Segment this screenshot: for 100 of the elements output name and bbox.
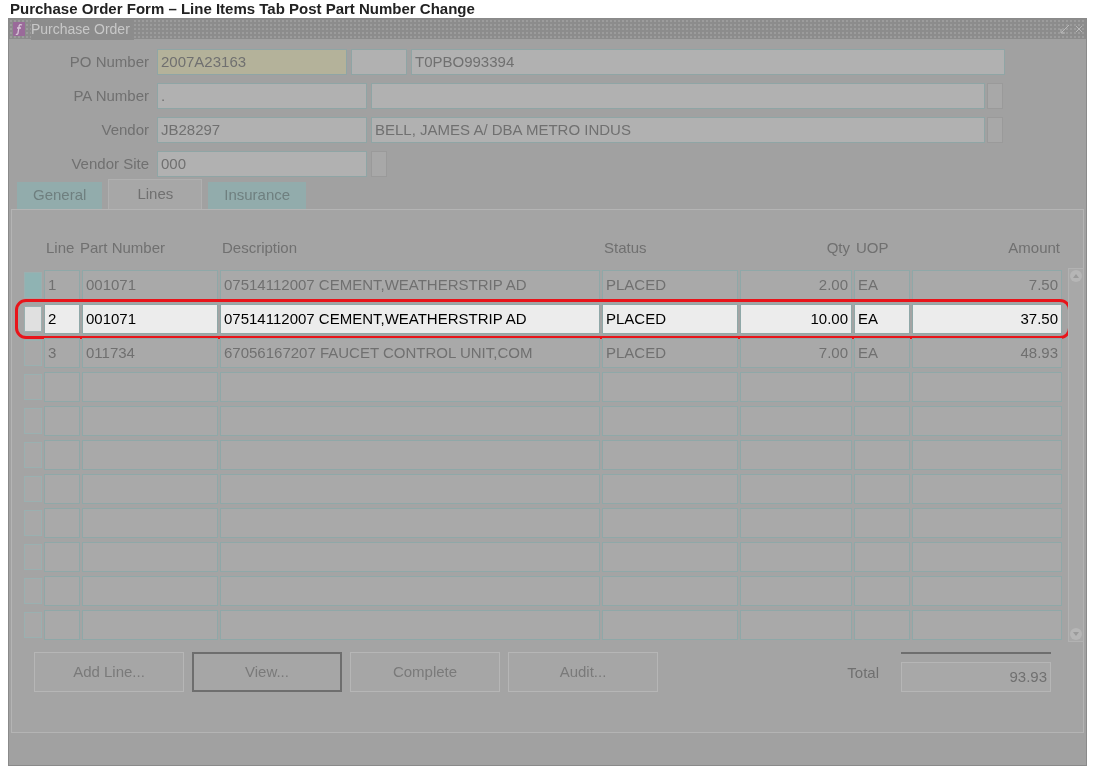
input-field[interactable]: [371, 83, 985, 109]
input-field[interactable]: [351, 49, 407, 75]
page-caption: Purchase Order Form – Line Items Tab Post Part Number Change: [9, 0, 476, 18]
table-cell[interactable]: [82, 372, 218, 402]
table-cell[interactable]: [82, 542, 218, 572]
table-cell[interactable]: [220, 406, 600, 436]
resize-icon: [1060, 24, 1070, 34]
reference-field[interactable]: T0PBO993394: [411, 49, 1005, 75]
table-cell[interactable]: 2: [44, 304, 80, 334]
table-cell[interactable]: [602, 610, 738, 640]
table-cell[interactable]: [854, 610, 910, 640]
table-cell[interactable]: [82, 576, 218, 606]
table-cell[interactable]: [740, 406, 852, 436]
table-cell[interactable]: [602, 440, 738, 470]
table-cell[interactable]: [602, 406, 738, 436]
table-cell[interactable]: [602, 474, 738, 504]
row-indicator[interactable]: [24, 306, 42, 332]
table-cell[interactable]: [44, 508, 80, 538]
po-number-field[interactable]: 2007A23163: [157, 49, 347, 75]
vendor-site-field[interactable]: 000: [157, 151, 367, 177]
row-indicator[interactable]: [24, 272, 42, 298]
table-cell[interactable]: [740, 372, 852, 402]
table-cell[interactable]: [220, 474, 600, 504]
table-cell[interactable]: [912, 372, 1062, 402]
scroll-up-icon[interactable]: [1069, 269, 1083, 283]
table-cell[interactable]: [220, 508, 600, 538]
scroll-down-icon[interactable]: [1069, 627, 1083, 641]
table-cell[interactable]: PLACED: [602, 304, 738, 334]
table-cell[interactable]: EA: [854, 270, 910, 300]
table-cell[interactable]: [220, 576, 600, 606]
table-cell[interactable]: [912, 508, 1062, 538]
table-cell[interactable]: [854, 372, 910, 402]
table-cell[interactable]: 67056167207 FAUCET CONTROL UNIT,COM: [220, 338, 600, 368]
table-cell[interactable]: [602, 508, 738, 538]
vendor-name-field[interactable]: BELL, JAMES A/ DBA METRO INDUS: [371, 117, 985, 143]
table-cell[interactable]: [602, 576, 738, 606]
table-cell[interactable]: [740, 474, 852, 504]
table-cell[interactable]: [44, 440, 80, 470]
table-cell[interactable]: [740, 576, 852, 606]
table-cell[interactable]: [44, 610, 80, 640]
table-cell[interactable]: [82, 474, 218, 504]
table-cell[interactable]: 37.50: [912, 304, 1062, 334]
selected-row[interactable]: 2 001071 07514112007 CEMENT,WEATHERSTRIP AD PLACED 10.00 EA 37.50: [18, 302, 1068, 336]
table-cell[interactable]: 011734: [82, 338, 218, 368]
table-cell[interactable]: [602, 542, 738, 572]
table-cell[interactable]: [602, 372, 738, 402]
table-cell[interactable]: 07514112007 CEMENT,WEATHERSTRIP AD: [220, 270, 600, 300]
table-cell[interactable]: [220, 610, 600, 640]
table-cell[interactable]: [220, 440, 600, 470]
table-cell[interactable]: [854, 508, 910, 538]
table-cell[interactable]: [854, 576, 910, 606]
table-cell[interactable]: [912, 406, 1062, 436]
table-cell[interactable]: 7.00: [740, 338, 852, 368]
vendor-field[interactable]: JB28297: [157, 117, 367, 143]
table-cell[interactable]: 1: [44, 270, 80, 300]
table-cell[interactable]: 2.00: [740, 270, 852, 300]
table-cell[interactable]: [44, 474, 80, 504]
table-cell[interactable]: [854, 440, 910, 470]
close-icon: [1076, 24, 1082, 34]
table-cell[interactable]: [82, 406, 218, 436]
table-cell[interactable]: 10.00: [740, 304, 852, 334]
table-cell[interactable]: [82, 610, 218, 640]
table-cell[interactable]: [82, 440, 218, 470]
table-cell[interactable]: [854, 474, 910, 504]
table-cell[interactable]: 07514112007 CEMENT,WEATHERSTRIP AD: [220, 304, 600, 334]
table-cell[interactable]: 3: [44, 338, 80, 368]
table-row[interactable]: 3 011734 67056167207 FAUCET CONTROL UNIT,COM PLACED 7.00 EA 48.93: [24, 336, 1062, 370]
table-cell[interactable]: 7.50: [912, 270, 1062, 300]
table-cell[interactable]: [740, 508, 852, 538]
table-row[interactable]: 1 001071 07514112007 CEMENT,WEATHERSTRIP AD PLACED 2.00 EA 7.50: [24, 268, 1062, 302]
table-cell[interactable]: 48.93: [912, 338, 1062, 368]
table-cell[interactable]: [44, 406, 80, 436]
window-title: Purchase Order: [31, 18, 134, 40]
table-cell[interactable]: [740, 610, 852, 640]
scrollbar[interactable]: [1068, 268, 1084, 642]
table-cell[interactable]: [220, 542, 600, 572]
table-cell[interactable]: [740, 440, 852, 470]
table-cell[interactable]: PLACED: [602, 338, 738, 368]
table-cell[interactable]: [220, 372, 600, 402]
table-cell[interactable]: [82, 508, 218, 538]
table-cell[interactable]: [44, 542, 80, 572]
table-cell[interactable]: [912, 440, 1062, 470]
table-cell[interactable]: EA: [854, 304, 910, 334]
table-cell[interactable]: [912, 576, 1062, 606]
table-cell[interactable]: PLACED: [602, 270, 738, 300]
app-icon: [13, 22, 25, 36]
table-cell[interactable]: [44, 372, 80, 402]
table-cell[interactable]: [912, 542, 1062, 572]
table-cell[interactable]: [912, 610, 1062, 640]
table-cell[interactable]: [854, 542, 910, 572]
table-cell[interactable]: EA: [854, 338, 910, 368]
total-field: 93.93: [901, 662, 1051, 692]
table-cell[interactable]: [740, 542, 852, 572]
row-indicator[interactable]: [24, 340, 42, 366]
table-cell[interactable]: [44, 576, 80, 606]
table-cell[interactable]: [854, 406, 910, 436]
table-cell[interactable]: [912, 474, 1062, 504]
table-cell[interactable]: 001071: [82, 270, 218, 300]
pa-number-field[interactable]: .: [157, 83, 367, 109]
table-cell[interactable]: 001071: [82, 304, 218, 334]
